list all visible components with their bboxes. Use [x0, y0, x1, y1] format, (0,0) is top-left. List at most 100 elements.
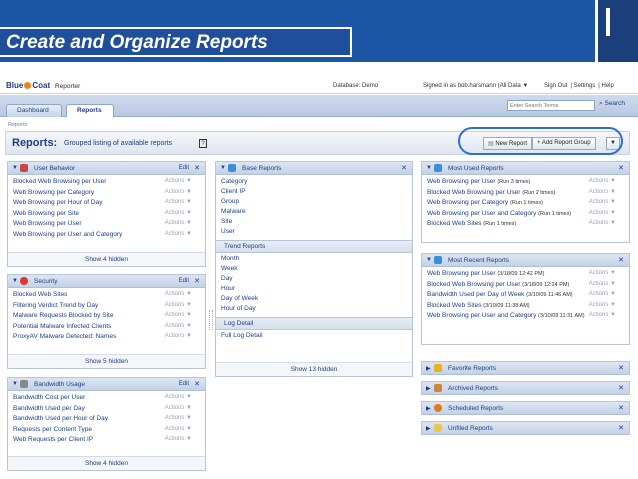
sign-out-link[interactable]: Sign Out: [544, 83, 567, 89]
show-hidden-link[interactable]: Show 4 hidden: [8, 252, 205, 266]
report-link[interactable]: Web Browsing per Site: [13, 210, 79, 217]
collapse-icon[interactable]: ▼: [12, 381, 18, 387]
close-icon[interactable]: ✕: [618, 384, 624, 392]
edit-link[interactable]: Edit: [179, 278, 189, 284]
report-link[interactable]: Web Browsing per User and Category: [427, 312, 536, 319]
report-link[interactable]: Bandwidth Used per Hour of Day: [13, 415, 108, 422]
panel-scheduled-reports[interactable]: ▶ Scheduled Reports ✕: [421, 401, 630, 415]
base-report-link[interactable]: Group: [216, 198, 412, 208]
report-link[interactable]: Bandwidth Used per Day: [13, 405, 85, 412]
base-report-link[interactable]: User: [216, 228, 412, 238]
actions-menu[interactable]: Actions ▼: [165, 394, 192, 400]
panel-archived-reports[interactable]: ▶ Archived Reports ✕: [421, 381, 630, 395]
actions-menu[interactable]: Actions ▼: [165, 178, 192, 184]
base-report-link[interactable]: Hour: [216, 285, 412, 295]
actions-menu[interactable]: Actions ▼: [589, 210, 616, 216]
actions-menu[interactable]: Actions ▼: [165, 291, 192, 297]
signed-in-menu[interactable]: Signed in as bob.harsmann (All Data ▼: [423, 83, 528, 89]
actions-menu[interactable]: Actions ▼: [165, 302, 192, 308]
tab-dashboard[interactable]: Dashboard: [6, 104, 62, 117]
expand-icon[interactable]: ▶: [426, 385, 431, 392]
panel-favorite-reports[interactable]: ▶ Favorite Reports ✕: [421, 361, 630, 375]
close-icon[interactable]: ✕: [194, 277, 200, 285]
close-icon[interactable]: ✕: [618, 164, 624, 172]
actions-menu[interactable]: Actions ▼: [589, 220, 616, 226]
actions-menu[interactable]: Actions ▼: [165, 231, 192, 237]
close-icon[interactable]: ✕: [618, 424, 624, 432]
actions-menu[interactable]: Actions ▼: [589, 291, 616, 297]
breadcrumb[interactable]: Reports: [8, 122, 27, 128]
help-icon[interactable]: ?: [199, 139, 207, 148]
actions-menu[interactable]: Actions ▼: [165, 405, 192, 411]
report-link[interactable]: Bandwidth Cost per User: [13, 394, 85, 401]
collapse-icon[interactable]: ▼: [426, 257, 432, 263]
report-link[interactable]: Blocked Web Browsing per User: [427, 189, 520, 196]
search-button[interactable]: ⌕ Search: [599, 100, 625, 108]
search-input[interactable]: [507, 100, 595, 111]
column-splitter[interactable]: [209, 310, 213, 330]
base-report-link[interactable]: Full Log Detail: [216, 332, 412, 342]
report-link[interactable]: Blocked Web Browsing per User: [13, 178, 106, 185]
actions-menu[interactable]: Actions ▼: [589, 281, 616, 287]
actions-menu[interactable]: Actions ▼: [165, 220, 192, 226]
report-link[interactable]: Bandwidth Used per Day of Week: [427, 291, 524, 298]
base-report-link[interactable]: Client IP: [216, 188, 412, 198]
collapse-icon[interactable]: ▼: [426, 165, 432, 171]
collapse-icon[interactable]: ▼: [220, 165, 226, 171]
edit-link[interactable]: Edit: [179, 381, 189, 387]
close-icon[interactable]: ✕: [194, 380, 200, 388]
report-link[interactable]: Malware Requests Blocked by Site: [13, 312, 113, 319]
report-link[interactable]: Blocked Web Browsing per User: [427, 281, 520, 288]
show-hidden-link[interactable]: Show 5 hidden: [8, 354, 205, 368]
report-link[interactable]: Blocked Web Sites: [13, 291, 67, 298]
close-icon[interactable]: ✕: [618, 256, 624, 264]
actions-menu[interactable]: Actions ▼: [165, 333, 192, 339]
base-report-link[interactable]: Site: [216, 218, 412, 228]
actions-menu[interactable]: Actions ▼: [589, 178, 616, 184]
report-link[interactable]: Web Browsing per User: [427, 270, 496, 277]
report-link[interactable]: ProxyAV Malware Detected: Names: [13, 333, 116, 340]
panel-unfiled-reports[interactable]: ▶ Unfiled Reports ✕: [421, 421, 630, 435]
actions-menu[interactable]: Actions ▼: [589, 270, 616, 276]
collapse-icon[interactable]: ▼: [12, 165, 18, 171]
actions-menu[interactable]: Actions ▼: [165, 415, 192, 421]
expand-icon[interactable]: ▶: [426, 405, 431, 412]
actions-menu[interactable]: Actions ▼: [165, 323, 192, 329]
expand-icon[interactable]: ▶: [426, 365, 431, 372]
actions-menu[interactable]: Actions ▼: [589, 199, 616, 205]
base-report-link[interactable]: Day of Week: [216, 295, 412, 305]
report-link[interactable]: Web Browsing per User and Category: [427, 210, 536, 217]
actions-menu[interactable]: Actions ▼: [589, 302, 616, 308]
report-link[interactable]: Web Browsing per User: [13, 220, 82, 227]
report-link[interactable]: Web Browsing per User: [427, 178, 496, 185]
close-icon[interactable]: ✕: [401, 164, 407, 172]
close-icon[interactable]: ✕: [618, 404, 624, 412]
tab-reports[interactable]: Reports: [66, 104, 114, 117]
base-report-link[interactable]: Malware: [216, 208, 412, 218]
close-icon[interactable]: ✕: [618, 364, 624, 372]
settings-link[interactable]: Settings: [574, 83, 596, 89]
report-link[interactable]: Blocked Web Sites: [427, 220, 481, 227]
report-link[interactable]: Web Requests per Client IP: [13, 436, 93, 443]
report-link[interactable]: Web Browsing per Category: [13, 189, 94, 196]
show-hidden-link[interactable]: Show 4 hidden: [8, 456, 205, 470]
actions-menu[interactable]: Actions ▼: [165, 189, 192, 195]
report-link[interactable]: Filtering Verdict Trend by Day: [13, 302, 98, 309]
actions-menu[interactable]: Actions ▼: [589, 312, 616, 318]
report-link[interactable]: Web Browsing per User and Category: [13, 231, 122, 238]
report-link[interactable]: Blocked Web Sites: [427, 302, 481, 309]
base-report-link[interactable]: Day: [216, 275, 412, 285]
base-report-link[interactable]: Category: [216, 178, 412, 188]
base-report-link[interactable]: Week: [216, 265, 412, 275]
actions-menu[interactable]: Actions ▼: [165, 199, 192, 205]
report-link[interactable]: Requests per Content Type: [13, 426, 92, 433]
actions-menu[interactable]: Actions ▼: [589, 189, 616, 195]
report-link[interactable]: Web Browsing per Hour of Day: [13, 199, 102, 206]
collapse-icon[interactable]: ▼: [12, 278, 18, 284]
edit-link[interactable]: Edit: [179, 165, 189, 171]
actions-menu[interactable]: Actions ▼: [165, 426, 192, 432]
report-link[interactable]: Web Browsing per Category: [427, 199, 508, 206]
show-hidden-link[interactable]: Show 13 hidden: [216, 362, 412, 376]
close-icon[interactable]: ✕: [194, 164, 200, 172]
report-link[interactable]: Potential Malware Infected Clients: [13, 323, 111, 330]
